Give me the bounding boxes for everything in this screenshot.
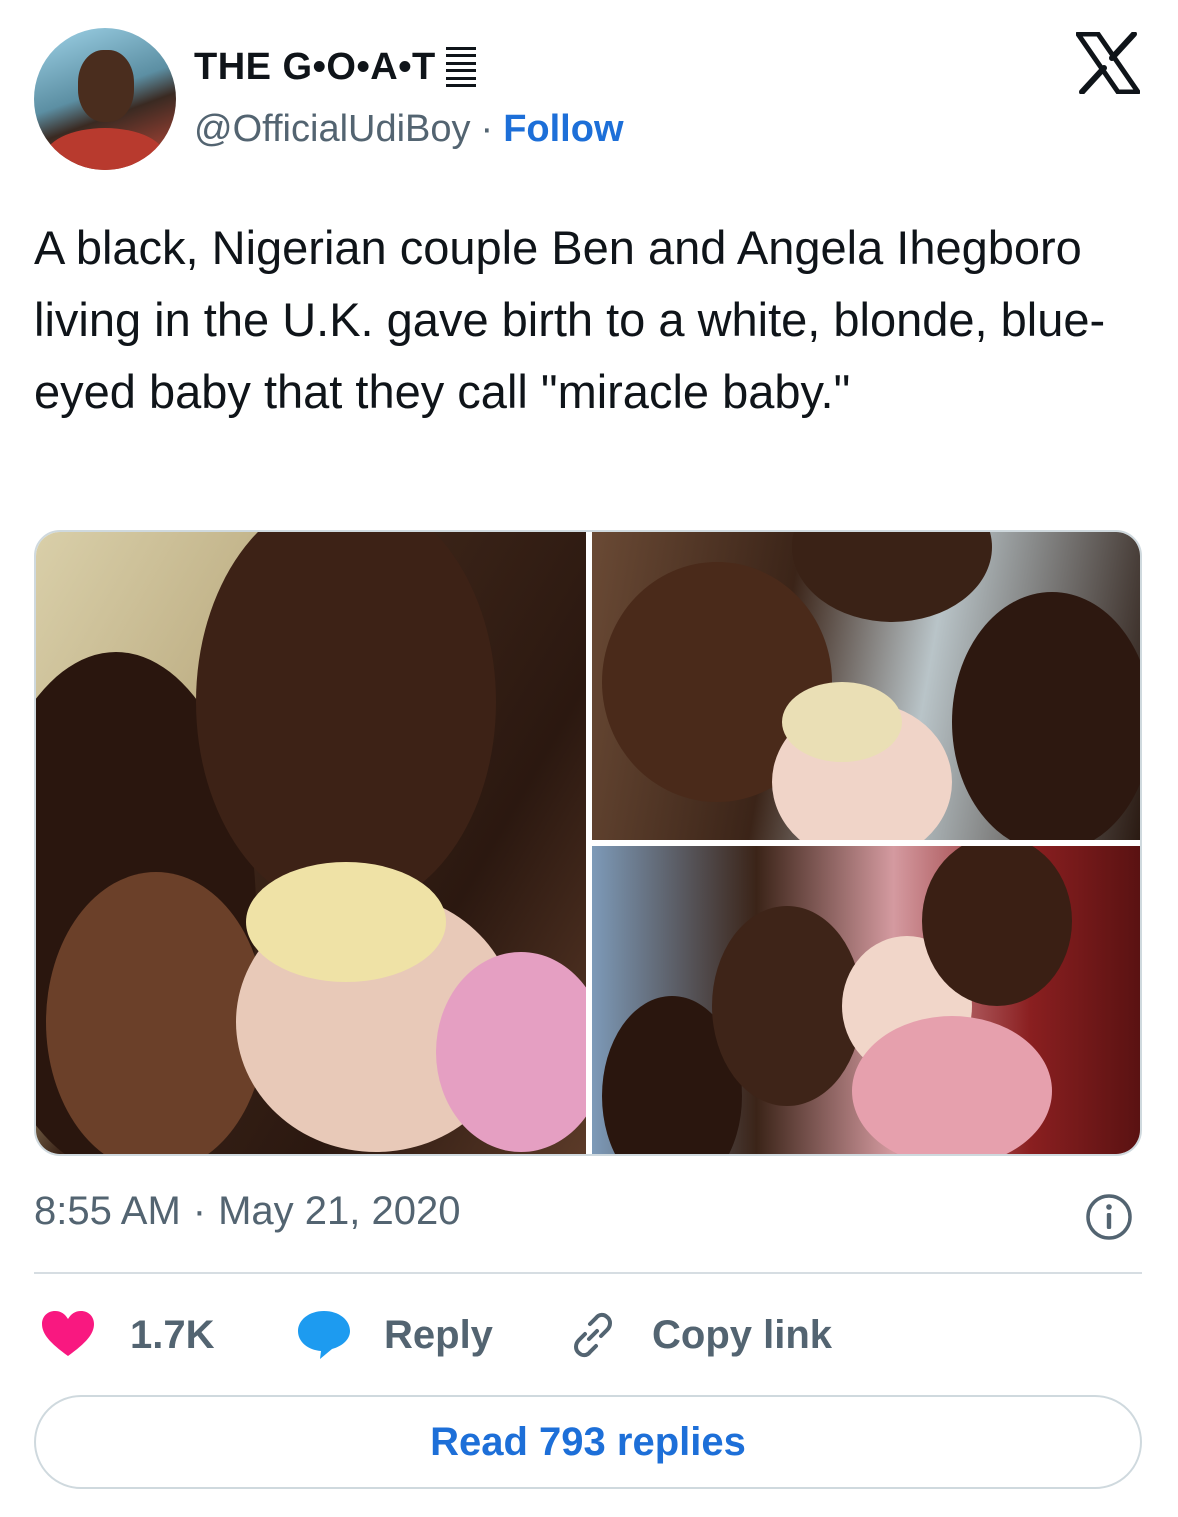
name-row: THE G•O•A•T: [194, 42, 476, 92]
photo-shape: [852, 1016, 1052, 1154]
verified-bars-icon: [445, 47, 476, 87]
reply-label: Reply: [384, 1312, 493, 1357]
tweet-date: May 21, 2020: [218, 1188, 461, 1233]
link-icon: [574, 1312, 612, 1358]
photo-family-bottom-right[interactable]: [592, 846, 1140, 1154]
like-button[interactable]: 1.7K: [40, 1305, 215, 1365]
user-handle[interactable]: @OfficialUdiBoy: [194, 108, 471, 151]
avatar-face: [78, 50, 134, 122]
photo-shape: [922, 846, 1072, 1006]
speech-bubble-icon: [298, 1311, 350, 1359]
photo-shape: [952, 592, 1140, 840]
reply-button[interactable]: Reply: [296, 1305, 493, 1365]
action-bar: 1.7K Reply Copy link: [40, 1305, 1140, 1365]
avatar-shirt: [44, 128, 166, 170]
media-grid[interactable]: [34, 530, 1142, 1156]
x-logo-icon[interactable]: [1076, 32, 1140, 94]
divider: [34, 1272, 1142, 1274]
photo-shape: [782, 682, 902, 762]
info-icon[interactable]: [1084, 1192, 1134, 1242]
tweet-time: 8:55 AM: [34, 1188, 181, 1233]
photo-shape: [792, 532, 992, 622]
heart-icon: [42, 1311, 94, 1356]
tweet-header: THE G•O•A•T @OfficialUdiBoy · Follow: [34, 28, 1144, 170]
copy-link-button[interactable]: Copy link: [568, 1305, 832, 1365]
like-count: 1.7K: [130, 1312, 215, 1357]
handle-separator: ·: [480, 107, 494, 150]
photo-shape: [246, 862, 446, 982]
copy-link-label: Copy link: [652, 1312, 833, 1357]
avatar[interactable]: [34, 28, 176, 170]
timestamp-row[interactable]: 8:55 AM · May 21, 2020: [34, 1186, 460, 1236]
handle-row: @OfficialUdiBoy · Follow: [194, 104, 624, 154]
time-separator: ·: [192, 1188, 207, 1233]
follow-button[interactable]: Follow: [503, 108, 623, 151]
photo-family-top-right[interactable]: [592, 532, 1140, 840]
photo-shape: [712, 906, 862, 1106]
read-replies-button[interactable]: Read 793 replies: [34, 1395, 1142, 1489]
display-name[interactable]: THE G•O•A•T: [194, 46, 436, 89]
tweet-text: A black, Nigerian couple Ben and Angela …: [34, 221, 1106, 418]
photo-family-main[interactable]: [36, 532, 586, 1154]
photo-shape: [46, 872, 266, 1154]
